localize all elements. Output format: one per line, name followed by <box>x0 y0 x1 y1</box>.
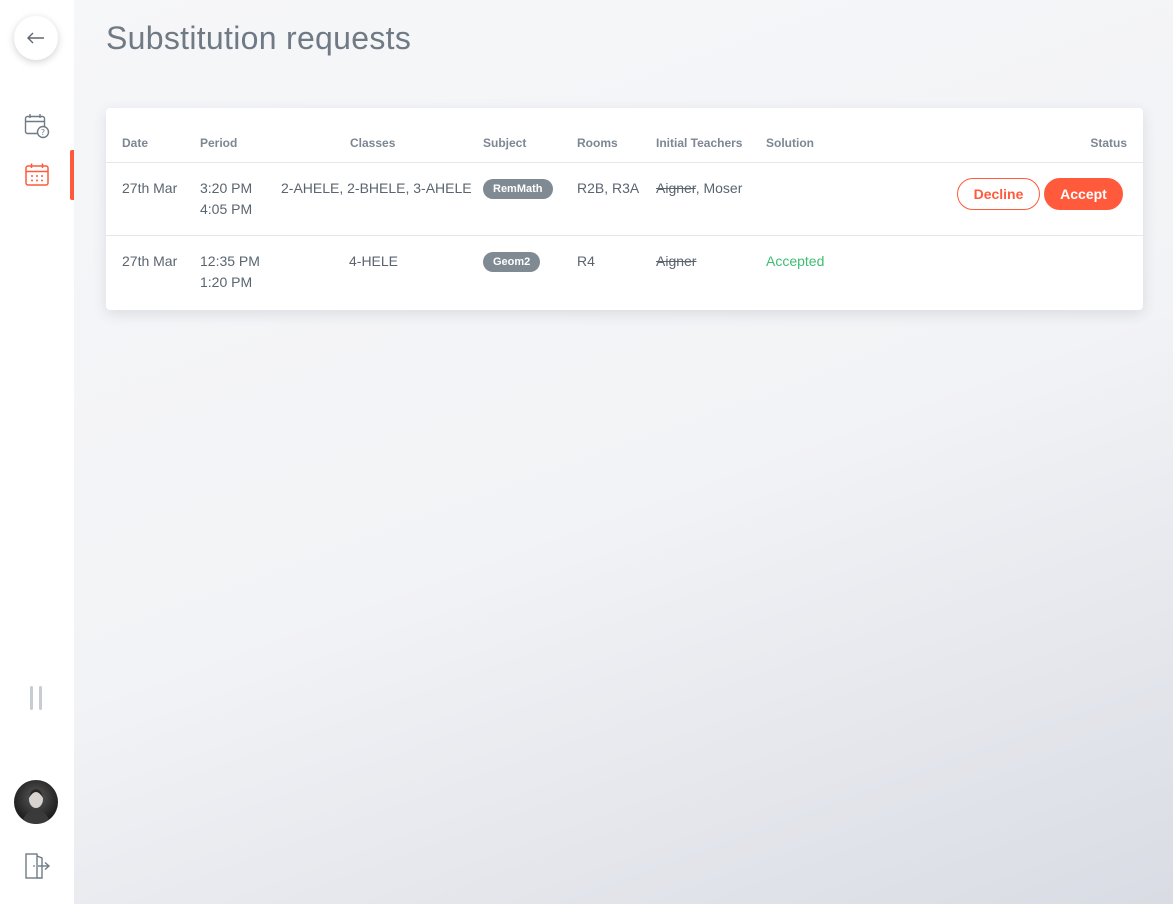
accept-button[interactable]: Accept <box>1044 178 1123 210</box>
user-avatar[interactable] <box>14 780 58 824</box>
arrow-left-icon <box>27 32 44 44</box>
calendar-icon <box>25 163 49 186</box>
row-solution-status: Accepted <box>766 253 825 269</box>
subject-badge: Geom2 <box>483 252 541 272</box>
drag-handle-icon[interactable] <box>30 686 42 710</box>
col-header-solution[interactable]: Solution <box>766 136 814 150</box>
row-divider <box>106 235 1143 236</box>
nav-calendar[interactable] <box>0 150 74 200</box>
col-header-classes[interactable]: Classes <box>350 136 395 150</box>
nav-substitution-requests[interactable]: ? <box>0 101 74 151</box>
page-title: Substitution requests <box>106 20 412 56</box>
person-photo-icon <box>22 789 50 824</box>
row-rooms: R2B, R3A <box>577 180 640 196</box>
back-button[interactable] <box>14 16 58 60</box>
col-header-initial-teachers[interactable]: Initial Teachers <box>656 136 742 150</box>
logout-icon <box>25 853 51 879</box>
col-header-rooms[interactable]: Rooms <box>577 136 618 150</box>
substitution-table: Date Period Classes Subject Rooms Initia… <box>106 108 1143 310</box>
row-initial-teachers: Aigner, Moser <box>656 178 742 199</box>
logout-button[interactable] <box>24 852 51 880</box>
row-period-start: 12:35 PM <box>200 253 260 269</box>
row-initial-teachers: Aigner <box>656 251 696 272</box>
svg-text:?: ? <box>41 128 45 137</box>
row-date: 27th Mar <box>122 180 178 196</box>
col-header-status[interactable]: Status <box>1090 136 1127 150</box>
teacher-other: Moser <box>703 180 743 196</box>
header-divider <box>106 162 1143 163</box>
row-classes: 4-HELE <box>349 253 399 269</box>
col-header-subject[interactable]: Subject <box>483 136 526 150</box>
row-classes: 2-AHELE, 2-BHELE, 3-AHELE <box>281 180 472 196</box>
teacher-struck: Aigner <box>656 180 696 196</box>
row-period-end: 1:20 PM <box>200 274 253 290</box>
subject-badge: RemMath <box>483 179 553 199</box>
calendar-question-icon: ? <box>24 114 50 139</box>
sidebar: ? <box>0 0 74 904</box>
row-date: 27th Mar <box>122 253 178 269</box>
col-header-period[interactable]: Period <box>200 136 237 150</box>
row-period-start: 3:20 PM <box>200 180 253 196</box>
decline-button[interactable]: Decline <box>957 178 1040 210</box>
teacher-struck: Aigner <box>656 253 697 269</box>
row-rooms: R4 <box>577 253 595 269</box>
col-header-date[interactable]: Date <box>122 136 148 150</box>
row-period-end: 4:05 PM <box>200 201 253 217</box>
